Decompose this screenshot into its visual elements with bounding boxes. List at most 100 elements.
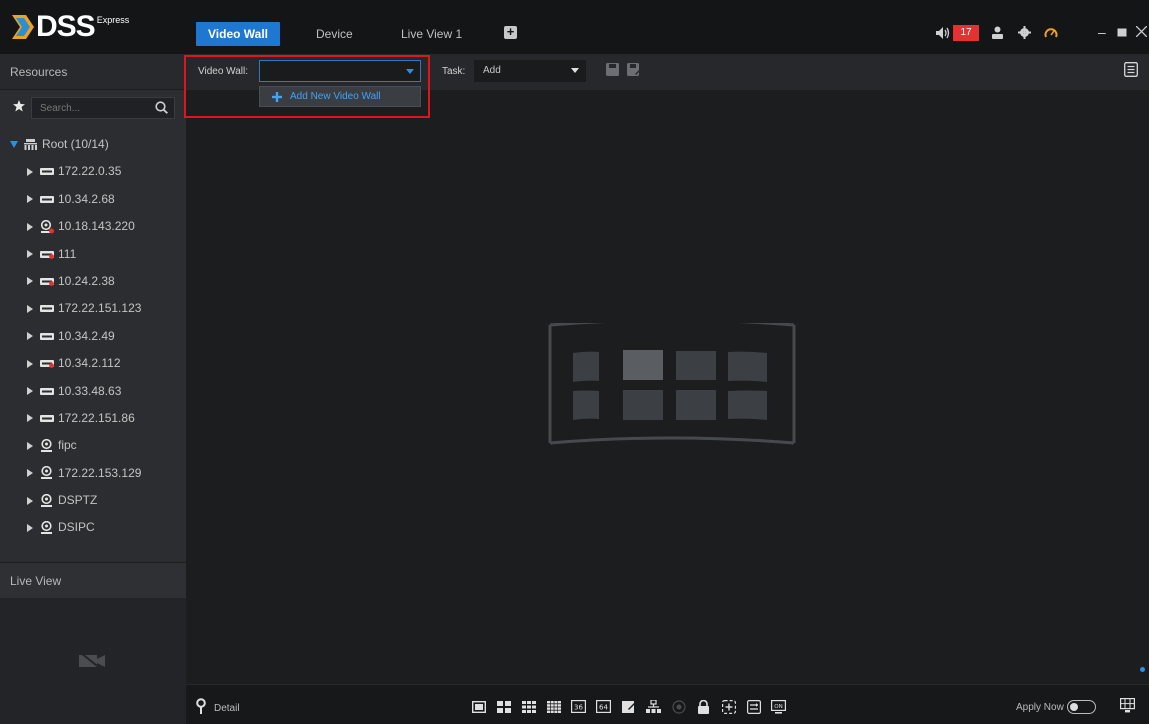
tree-device-item[interactable]: 172.22.153.129 xyxy=(0,463,186,490)
tree-device-item[interactable]: fipc xyxy=(0,435,186,462)
chevron-right-icon[interactable] xyxy=(25,435,34,456)
tree-device-item[interactable]: 172.22.151.86 xyxy=(0,408,186,435)
tree-device-label: fipc xyxy=(58,438,77,453)
svg-text:ON: ON xyxy=(774,704,782,710)
gear-icon[interactable] xyxy=(1018,26,1031,39)
camera-icon xyxy=(40,463,55,484)
resources-title: Resources xyxy=(0,54,186,90)
tree-device-label: 10.18.143.220 xyxy=(58,219,135,234)
layout-9-icon[interactable] xyxy=(521,699,536,714)
camera-icon xyxy=(40,435,55,456)
chevron-right-icon[interactable] xyxy=(25,326,34,347)
tree-device-label: DSPTZ xyxy=(58,493,98,508)
resize-indicator-dot xyxy=(1140,667,1145,672)
tab-live-view-1[interactable]: Live View 1 xyxy=(401,22,462,46)
close-icon[interactable] xyxy=(1136,26,1147,37)
favorite-star-icon[interactable] xyxy=(13,100,25,112)
user-icon[interactable] xyxy=(991,26,1004,39)
tree-device-item[interactable]: 172.22.151.123 xyxy=(0,298,186,325)
dvr-alert-icon xyxy=(40,271,55,292)
tree-device-label: 172.22.151.123 xyxy=(58,301,142,316)
layout-1-icon[interactable] xyxy=(471,699,486,714)
chevron-right-icon[interactable] xyxy=(25,161,34,182)
tree-device-item[interactable]: 10.18.143.220 xyxy=(0,216,186,243)
tree-device-item[interactable]: 172.22.0.35 xyxy=(0,161,186,188)
disabled-circle-icon xyxy=(671,699,686,714)
app-logo: DSS Express xyxy=(12,12,129,42)
network-tree-icon[interactable] xyxy=(646,699,661,714)
search-input[interactable] xyxy=(32,98,142,118)
dvr-icon xyxy=(40,326,55,347)
tree-device-label: 10.34.2.112 xyxy=(58,356,121,371)
apply-now-toggle[interactable] xyxy=(1067,700,1096,714)
tree-device-item[interactable]: DSIPC xyxy=(0,517,186,544)
search-box xyxy=(31,97,175,119)
custom-layout-icon[interactable] xyxy=(621,699,636,714)
dvr-alert-icon xyxy=(40,353,55,374)
task-select[interactable]: Add xyxy=(474,60,586,82)
chevron-right-icon[interactable] xyxy=(25,216,34,237)
tree-device-item[interactable]: DSPTZ xyxy=(0,490,186,517)
live-view-title: Live View xyxy=(0,562,186,598)
tree-root[interactable]: Root (10/14) xyxy=(0,134,186,161)
search-icon[interactable] xyxy=(155,101,168,114)
tree-device-item[interactable]: 111 xyxy=(0,244,186,271)
tree-device-label: 10.33.48.63 xyxy=(58,383,122,398)
keyboard-icon[interactable] xyxy=(1120,698,1135,713)
camera-icon xyxy=(40,517,55,538)
layout-36-icon[interactable]: 36 xyxy=(571,699,586,714)
chevron-right-icon[interactable] xyxy=(25,408,34,429)
chevron-right-icon[interactable] xyxy=(25,189,34,210)
tree-device-label: 10.34.2.49 xyxy=(58,328,115,343)
svg-text:64: 64 xyxy=(599,704,608,712)
switch-screen-icon[interactable] xyxy=(746,699,761,714)
list-view-icon[interactable] xyxy=(1124,62,1138,77)
tree-device-label: 172.22.0.35 xyxy=(58,164,122,179)
lock-icon[interactable] xyxy=(696,699,711,714)
tree-device-item[interactable]: 10.34.2.112 xyxy=(0,353,186,380)
apply-now-label: Apply Now xyxy=(1016,702,1064,713)
chevron-right-icon[interactable] xyxy=(25,517,34,538)
tree-device-item[interactable]: 10.34.2.49 xyxy=(0,326,186,353)
tab-device[interactable]: Device xyxy=(316,22,353,46)
toggle-knob xyxy=(1070,703,1078,711)
chevron-down-icon[interactable] xyxy=(9,134,18,155)
tree-device-item[interactable]: 10.33.48.63 xyxy=(0,381,186,408)
chevron-right-icon[interactable] xyxy=(25,381,34,402)
chevron-right-icon[interactable] xyxy=(25,463,34,484)
tab-video-wall[interactable]: Video Wall xyxy=(196,22,281,46)
chevron-right-icon[interactable] xyxy=(25,244,34,265)
chevron-right-icon[interactable] xyxy=(25,298,34,319)
video-wall-workspace[interactable] xyxy=(186,90,1149,684)
device-tree: Root (10/14) 172.22.0.35 10.34.2.68 10.1… xyxy=(0,134,186,545)
layout-4-icon[interactable] xyxy=(496,699,511,714)
resource-search-row xyxy=(0,96,186,120)
tree-root-label: Root (10/14) xyxy=(42,137,109,151)
chevron-right-icon[interactable] xyxy=(25,490,34,511)
maximize-icon[interactable] xyxy=(1117,28,1127,37)
add-tab-button[interactable]: + xyxy=(504,25,517,39)
chevron-right-icon[interactable] xyxy=(25,271,34,292)
video-wall-placeholder-icon xyxy=(548,323,796,445)
gauge-icon[interactable] xyxy=(1044,26,1058,39)
alarm-indicator[interactable]: 17 xyxy=(936,25,979,41)
save-icon[interactable] xyxy=(606,63,619,76)
chevron-right-icon[interactable] xyxy=(25,353,34,374)
screen-on-icon[interactable]: ON xyxy=(771,699,786,714)
minimize-button[interactable]: – xyxy=(1098,25,1106,39)
speaker-icon xyxy=(936,27,950,39)
tree-device-label: 111 xyxy=(58,246,77,261)
save-as-icon[interactable] xyxy=(627,63,641,76)
tree-device-item[interactable]: 10.34.2.68 xyxy=(0,189,186,216)
dvr-icon xyxy=(40,381,55,402)
organization-icon xyxy=(24,134,39,155)
fullscreen-icon[interactable] xyxy=(721,699,736,714)
live-view-preview xyxy=(0,598,186,724)
layout-64-icon[interactable]: 64 xyxy=(596,699,611,714)
alarm-count-badge: 17 xyxy=(953,25,979,41)
tree-device-item[interactable]: 10.24.2.38 xyxy=(0,271,186,298)
detail-button[interactable]: Detail xyxy=(196,697,240,714)
layout-16-icon[interactable] xyxy=(546,699,561,714)
top-bar: DSS Express Video Wall Device Live View … xyxy=(0,0,1149,54)
dvr-icon xyxy=(40,408,55,429)
